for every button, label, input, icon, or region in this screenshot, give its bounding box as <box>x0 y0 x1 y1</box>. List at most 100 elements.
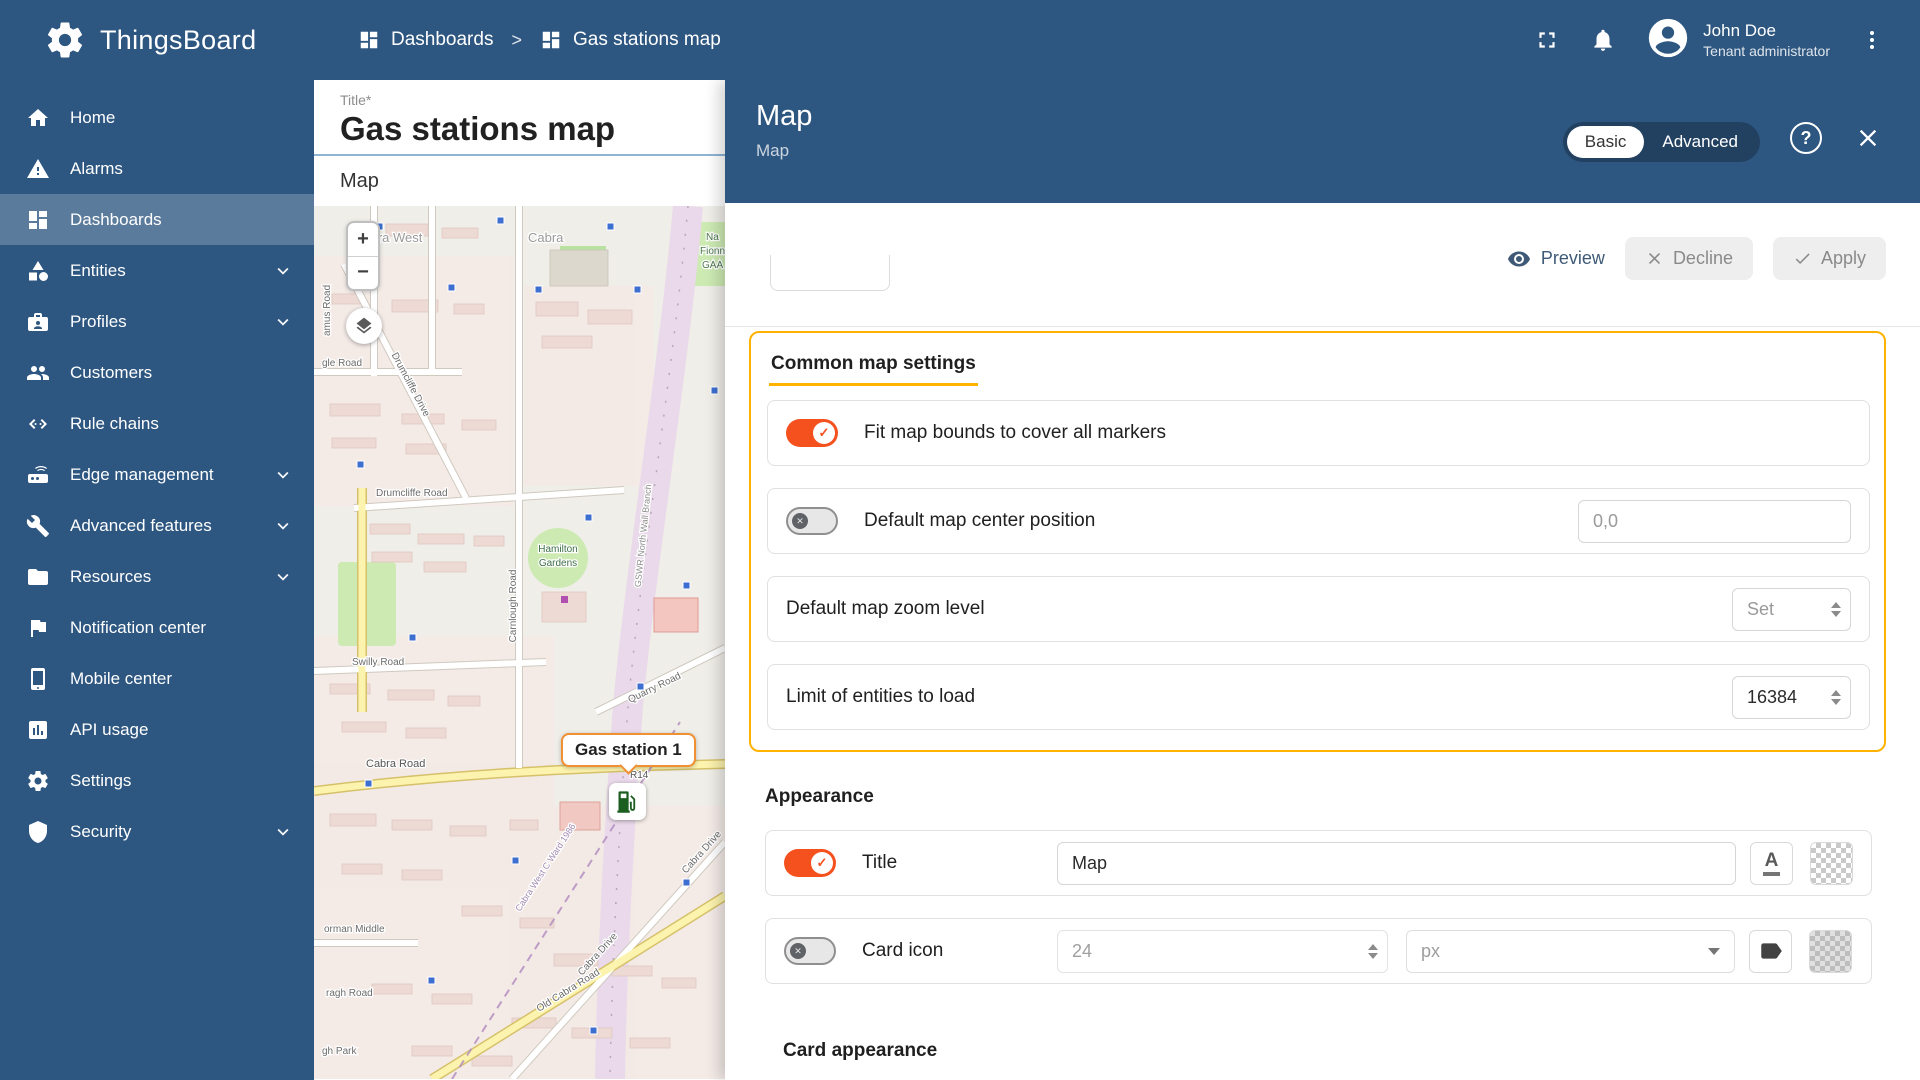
eye-icon <box>1507 247 1531 271</box>
common-map-settings-section: Common map settings Fit map bounds to co… <box>749 331 1886 752</box>
apply-label: Apply <box>1820 248 1866 268</box>
tab-advanced[interactable]: Advanced <box>1644 126 1756 158</box>
decline-button[interactable]: Decline <box>1624 237 1753 280</box>
fit-bounds-toggle[interactable] <box>786 419 838 447</box>
map-road-label: Cabra Road <box>366 758 425 770</box>
settings-icon <box>26 769 50 793</box>
format-text-icon: A <box>1764 849 1779 871</box>
decline-label: Decline <box>1672 248 1733 268</box>
sidebar-item-alarms[interactable]: Alarms <box>0 143 314 194</box>
chevron-down-icon <box>272 515 294 537</box>
sidebar-item-dashboards[interactable]: Dashboards <box>0 194 314 245</box>
rule-chains-icon <box>26 412 50 436</box>
map-layers-button[interactable] <box>346 308 382 344</box>
stepper-arrows[interactable] <box>1368 943 1378 959</box>
thingsboard-logo-icon <box>44 19 86 61</box>
sidebar-item-rule-chains[interactable]: Rule chains <box>0 398 314 449</box>
map-zoom-control: + − <box>346 221 380 291</box>
setting-row-entity-limit: Limit of entities to load <box>767 664 1870 730</box>
entity-limit-input[interactable] <box>1735 686 1827 708</box>
stepper-arrows[interactable] <box>1831 689 1841 705</box>
x-icon <box>1645 249 1664 268</box>
title-color-button[interactable] <box>1810 841 1853 885</box>
widget-title-input[interactable] <box>1057 841 1736 885</box>
zoom-in-button[interactable]: + <box>348 223 378 256</box>
preview-button[interactable]: Preview <box>1507 247 1605 271</box>
sidebar-item-customers[interactable]: Customers <box>0 347 314 398</box>
card-icon-picker-button[interactable] <box>1749 929 1792 973</box>
widget-settings-panel: Map Map Basic Advanced ? Preview Decline… <box>725 80 1920 1080</box>
map-widget: Cabra West Cabra amus Road gle Road Drum… <box>314 206 725 1079</box>
apply-button[interactable]: Apply <box>1772 237 1886 280</box>
dropdown-caret-icon <box>1708 947 1720 955</box>
dashboard-title-input[interactable]: Gas stations map <box>340 110 725 154</box>
map-center-toggle[interactable] <box>786 507 838 535</box>
title-toggle[interactable] <box>784 849 836 877</box>
sidebar-item-label: Home <box>70 107 116 127</box>
breadcrumb-label: Gas stations map <box>572 29 721 50</box>
user-menu[interactable]: John Doe Tenant administrator <box>1645 15 1830 66</box>
gas-pump-icon <box>614 788 641 815</box>
title-font-button[interactable]: A <box>1750 841 1793 885</box>
sidebar-item-entities[interactable]: Entities <box>0 245 314 296</box>
breadcrumb-dashboards[interactable]: Dashboards <box>358 29 493 51</box>
card-icon-color-button[interactable] <box>1809 929 1852 973</box>
api-usage-icon <box>26 718 50 742</box>
zoom-out-button[interactable]: − <box>348 257 378 290</box>
sidebar-item-label: Security <box>70 821 132 841</box>
chevron-down-icon <box>272 464 294 486</box>
tab-basic[interactable]: Basic <box>1566 126 1645 158</box>
more-menu-button[interactable] <box>1858 26 1886 54</box>
sidebar-item-advanced-features[interactable]: Advanced features <box>0 500 314 551</box>
home-icon <box>26 106 50 130</box>
icon-size-field <box>1057 929 1388 973</box>
app-name: ThingsBoard <box>100 24 257 55</box>
appearance-section: Appearance Title A Card icon <box>765 786 1872 1062</box>
sidebar-item-profiles[interactable]: Profiles <box>0 296 314 347</box>
sidebar-item-label: Notification center <box>70 617 207 637</box>
sidebar-item-edge-management[interactable]: Edge management <box>0 449 314 500</box>
setting-row-card-icon: Card icon px <box>765 918 1872 984</box>
dashboards-icon <box>26 208 50 232</box>
map-center-input[interactable] <box>1578 499 1851 543</box>
sidebar-item-api-usage[interactable]: API usage <box>0 704 314 755</box>
gas-station-marker[interactable] <box>609 783 646 820</box>
breadcrumb-current-page[interactable]: Gas stations map <box>540 29 721 51</box>
card-appearance-heading: Card appearance <box>783 1040 938 1061</box>
map-park-label: Gardens <box>539 558 577 569</box>
card-icon-toggle[interactable] <box>784 937 836 965</box>
chevron-down-icon <box>272 311 294 333</box>
zoom-level-input[interactable] <box>1735 598 1827 620</box>
sidebar-item-security[interactable]: Security <box>0 806 314 857</box>
map-road-label: Drumcliffe Road <box>376 488 448 499</box>
sidebar-item-resources[interactable]: Resources <box>0 551 314 602</box>
user-role: Tenant administrator <box>1703 43 1830 59</box>
fullscreen-button[interactable] <box>1533 26 1561 54</box>
stepper-arrows[interactable] <box>1831 601 1841 617</box>
card-icon-label: Card icon <box>862 940 944 961</box>
layers-icon <box>354 316 374 336</box>
help-button[interactable]: ? <box>1790 122 1822 154</box>
close-panel-button[interactable] <box>1854 124 1882 152</box>
sidebar-item-home[interactable]: Home <box>0 92 314 143</box>
sidebar-item-label: Edge management <box>70 464 214 484</box>
icon-size-input[interactable] <box>1060 940 1364 962</box>
common-map-settings-heading: Common map settings <box>769 347 978 386</box>
notifications-button[interactable] <box>1589 26 1617 54</box>
map-road-label: gh Park <box>322 1046 357 1057</box>
setting-row-title: Title A <box>765 830 1872 896</box>
mobile-icon <box>26 667 50 691</box>
icon-size-unit-select[interactable]: px <box>1406 929 1735 973</box>
sidebar-item-settings[interactable]: Settings <box>0 755 314 806</box>
sidebar-item-notification-center[interactable]: Notification center <box>0 602 314 653</box>
chevron-down-icon <box>272 260 294 282</box>
marker-tooltip: Gas station 1 <box>561 733 696 767</box>
close-icon <box>1854 124 1882 152</box>
map-road-label: orman Middle <box>324 924 385 935</box>
fit-bounds-label: Fit map bounds to cover all markers <box>864 422 1167 443</box>
sidebar-item-mobile-center[interactable]: Mobile center <box>0 653 314 704</box>
map-poi-label: GAA <box>702 260 723 271</box>
sidebar-item-label: Settings <box>70 770 132 790</box>
app-logo[interactable]: ThingsBoard <box>0 19 314 61</box>
resources-icon <box>26 565 50 589</box>
